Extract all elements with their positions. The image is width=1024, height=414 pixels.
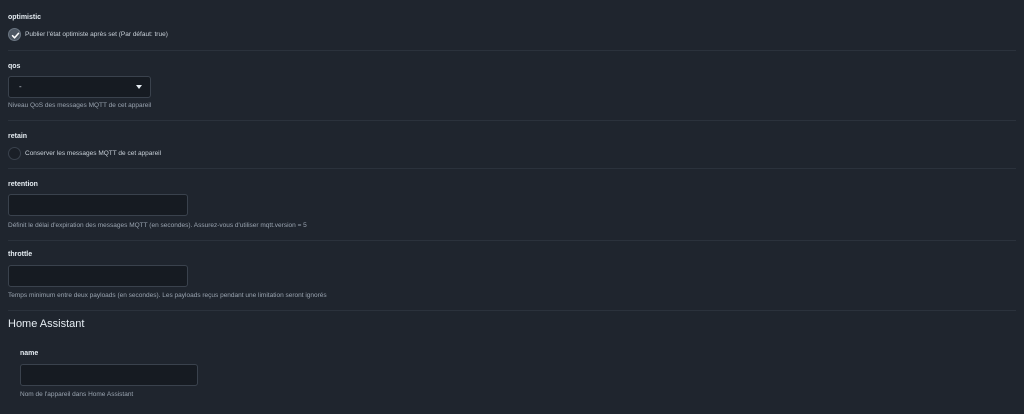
- divider: [8, 310, 1016, 311]
- retain-checkbox-label: Conserver les messages MQTT de cet appar…: [25, 150, 162, 157]
- qos-select[interactable]: -: [8, 76, 151, 98]
- chevron-down-icon: [136, 85, 142, 89]
- throttle-help: Temps minimum entre deux payloads (en se…: [8, 292, 327, 299]
- retention-label: retention: [8, 181, 38, 188]
- throttle-label: throttle: [8, 251, 33, 258]
- retain-label: retain: [8, 133, 28, 140]
- optimistic-label: optimistic: [8, 14, 42, 21]
- qos-field: qos - Niveau QoS des messages MQTT de ce…: [8, 51, 1016, 119]
- qos-help: Niveau QoS des messages MQTT de cet appa…: [8, 102, 152, 109]
- retention-field: retention Définit le délai d'expiration …: [8, 169, 1016, 239]
- qos-label: qos: [8, 63, 21, 70]
- home-assistant-section-title: Home Assistant: [8, 318, 85, 330]
- optimistic-field: optimistic Publier l'état optimiste aprè…: [8, 0, 1016, 50]
- retention-input[interactable]: [8, 194, 188, 216]
- ha-name-help: Nom de l'appareil dans Home Assistant: [20, 391, 134, 398]
- ha-name-field: name Nom de l'appareil dans Home Assista…: [20, 340, 1016, 410]
- optimistic-checkbox[interactable]: [8, 28, 21, 41]
- throttle-input[interactable]: [8, 265, 188, 287]
- optimistic-checkbox-label: Publier l'état optimiste après set (Par …: [25, 31, 168, 38]
- checkmark-icon: [11, 32, 20, 39]
- throttle-field: throttle Temps minimum entre deux payloa…: [8, 241, 1016, 309]
- retention-help: Définit le délai d'expiration des messag…: [8, 222, 307, 229]
- retain-checkbox[interactable]: [8, 147, 21, 160]
- ha-name-label: name: [20, 350, 39, 357]
- ha-name-input[interactable]: [20, 364, 198, 386]
- retain-field: retain Conserver les messages MQTT de ce…: [8, 121, 1016, 169]
- qos-select-value: -: [19, 82, 22, 91]
